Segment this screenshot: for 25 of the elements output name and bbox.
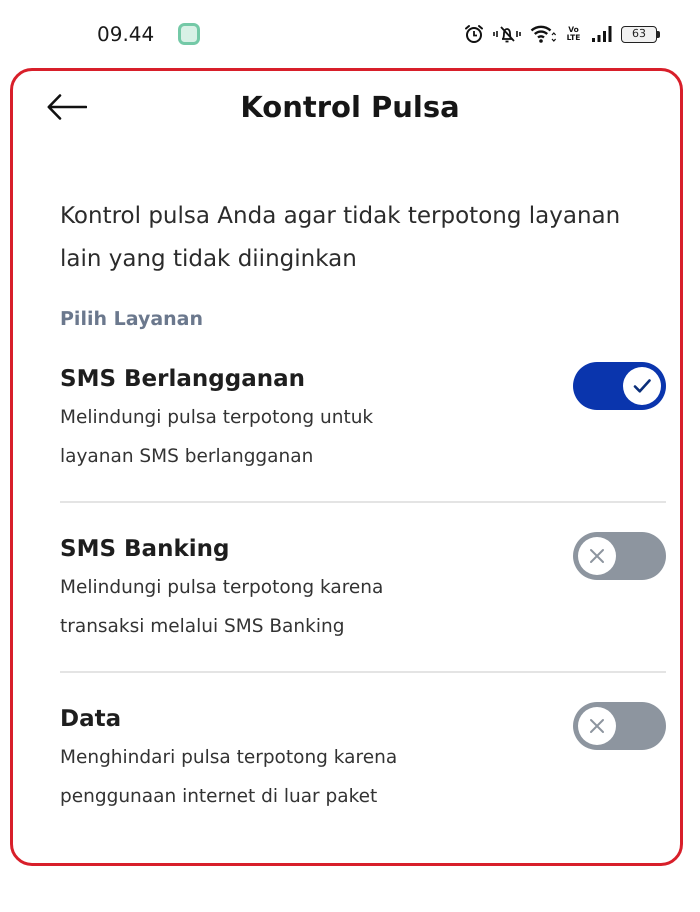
wifi-icon <box>530 24 556 44</box>
intro-text: Kontrol pulsa Anda agar tidak terpotong layanan lain yang tidak diinginkan <box>60 202 622 274</box>
toggle-switch[interactable] <box>573 702 666 750</box>
status-time: 09.44 <box>97 22 154 46</box>
back-arrow-icon <box>47 94 87 120</box>
service-title: Data <box>60 705 122 734</box>
service-description: Melindungi pulsa terpotong karena transaksi melalui SMS Banking <box>60 576 384 639</box>
section-label: Pilih Layanan <box>60 307 204 332</box>
back-button[interactable] <box>47 94 87 120</box>
page-title: Kontrol Pulsa <box>240 90 460 124</box>
alarm-icon <box>464 24 484 44</box>
app-notification-icon <box>178 23 200 45</box>
close-icon <box>578 707 616 745</box>
battery-level: 63 <box>621 26 657 42</box>
service-title: SMS Berlangganan <box>60 365 306 394</box>
service-description: Menghindari pulsa terpotong karena penggunaan internet di luar paket <box>60 746 398 809</box>
toggle-switch[interactable] <box>573 362 666 410</box>
battery-tip-icon <box>657 30 660 38</box>
toggle-switch[interactable] <box>573 532 666 580</box>
signal-icon <box>591 25 613 43</box>
check-icon <box>623 367 661 405</box>
muted-bell-icon <box>492 24 522 44</box>
close-icon <box>578 537 616 575</box>
service-description: Melindungi pulsa terpotong untuk layanan SMS berlangganan <box>60 406 374 469</box>
service-title: SMS Banking <box>60 535 230 564</box>
